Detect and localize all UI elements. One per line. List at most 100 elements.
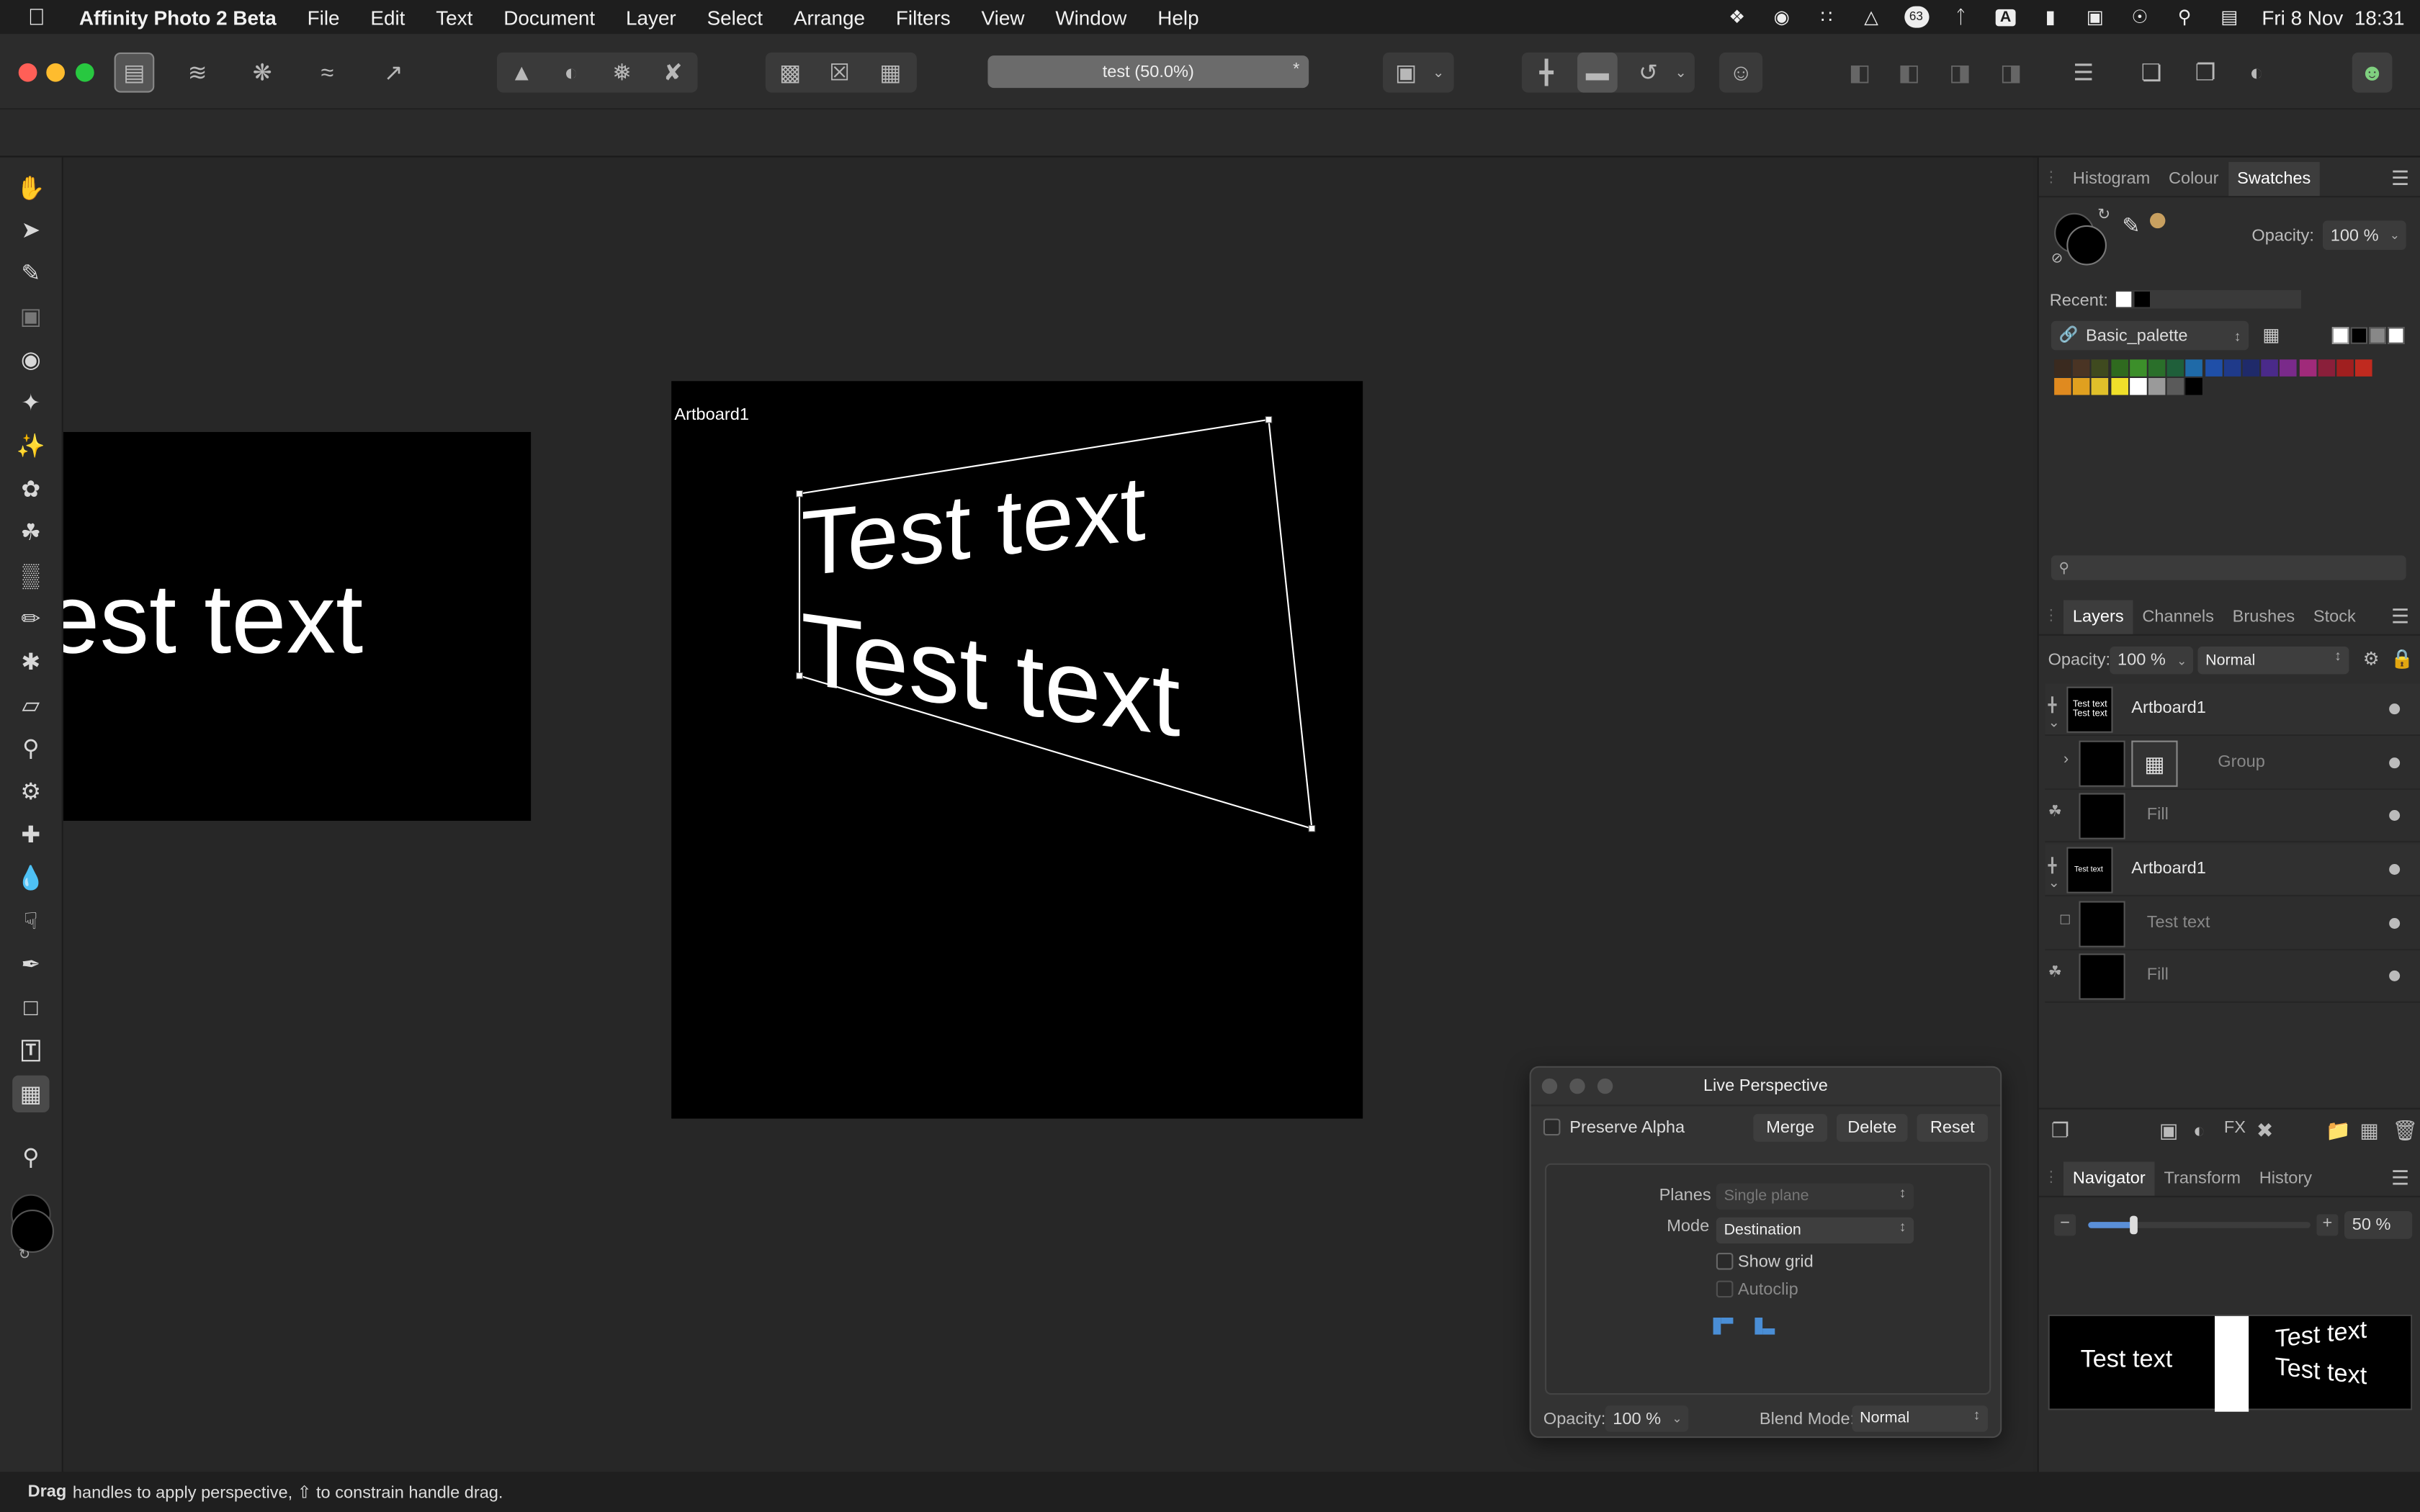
tab-brushes[interactable]: Brushes [2223, 600, 2304, 634]
palette-swatch[interactable] [2148, 359, 2166, 377]
layer-row[interactable]: ☘ Fill [2045, 950, 2420, 1003]
show-grid-checkbox[interactable] [1716, 1253, 1734, 1270]
tab-layers[interactable]: Layers [2063, 599, 2133, 634]
tab-stock[interactable]: Stock [2304, 600, 2365, 634]
add-swatch-icon[interactable]: ▦ [2262, 324, 2280, 346]
perspective-handle-top-right[interactable] [1265, 416, 1273, 423]
tab-channels[interactable]: Channels [2133, 600, 2223, 634]
menu-document[interactable]: Document [488, 6, 611, 29]
tab-transform[interactable]: Transform [2155, 1161, 2250, 1195]
layer-settings-icon[interactable]: ⚙ [2363, 648, 2380, 670]
menu-layer[interactable]: Layer [611, 6, 692, 29]
add-pixel-layer-icon[interactable]: ▦ [2360, 1119, 2378, 1143]
panel-menu-icon[interactable]: ☰ [2391, 1166, 2420, 1190]
palette-swatch[interactable] [2261, 359, 2279, 377]
add-group-icon[interactable]: 📁 [2326, 1119, 2351, 1143]
red-eye-tool-icon[interactable]: ◉ [12, 341, 49, 378]
palette-swatch[interactable] [2298, 359, 2316, 377]
blur-brush-tool-icon[interactable]: 💧 [12, 860, 49, 896]
palette-swatch[interactable] [2186, 359, 2203, 377]
fx-icon[interactable]: FX [2224, 1119, 2246, 1138]
screen-mirroring-icon[interactable]: ▣ [2083, 6, 2107, 28]
menu-window[interactable]: Window [1040, 6, 1142, 29]
dialog-opacity-field[interactable]: 100 % ⌄ [1605, 1405, 1689, 1432]
boolean-add-icon[interactable]: ❏ [2131, 53, 2172, 93]
layers-blend-mode-select[interactable]: Normal ↕ [2197, 646, 2349, 675]
delete-layer-icon[interactable]: 🗑 [2392, 1119, 2417, 1143]
grid-dots-icon[interactable]: ∷ [1814, 6, 1839, 28]
force-pixel-alignment-icon[interactable]: ▬ [1577, 52, 1618, 93]
develop-persona-icon[interactable]: ❋ [242, 53, 282, 93]
palette-swatch[interactable] [2280, 359, 2298, 377]
close-window-button[interactable] [18, 63, 37, 82]
snapping-icon[interactable]: ╋ [1526, 53, 1567, 93]
tab-colour[interactable]: Colour [2159, 161, 2228, 195]
palette-swatch[interactable] [2186, 378, 2203, 395]
palette-swatch[interactable] [2073, 378, 2090, 395]
pixel-tool-icon[interactable]: ✱ [12, 644, 49, 680]
menu-filters[interactable]: Filters [880, 6, 966, 29]
layer-visibility-dot[interactable] [2389, 918, 2401, 929]
preserve-alpha-checkbox[interactable] [1543, 1118, 1561, 1136]
palette-swatch[interactable] [2166, 359, 2184, 377]
perspective-handle-top-left[interactable] [796, 490, 803, 498]
palette-swatch[interactable] [2110, 359, 2128, 377]
arrange-forward-icon[interactable]: ◨ [1940, 53, 1981, 93]
layers-opacity-field[interactable]: 100 % ⌄ [2110, 646, 2193, 675]
account-icon[interactable]: ☻ [2352, 52, 2393, 93]
perspective-filter-icon[interactable]: ▦ [2131, 740, 2178, 787]
tab-swatches[interactable]: Swatches [2228, 161, 2321, 196]
quick-swatch[interactable] [2388, 327, 2405, 344]
navigator-preview[interactable]: Test text Test text Test text [2048, 1314, 2413, 1412]
document-tab[interactable]: test (50.0%) * [987, 55, 1309, 89]
menu-view[interactable]: View [966, 6, 1040, 29]
healing-brush-tool-icon[interactable]: ✚ [12, 816, 49, 853]
gradient-tool-icon[interactable]: ▒ [12, 557, 49, 594]
clone-tool-icon[interactable]: ⚙ [12, 773, 49, 810]
palette-swatch[interactable] [2166, 378, 2184, 395]
input-source-icon[interactable]: A [1994, 6, 2018, 28]
menu-select[interactable]: Select [691, 6, 778, 29]
notification-badge-icon[interactable]: 63 [1904, 6, 1929, 28]
reset-button[interactable]: Reset [1917, 1114, 1988, 1142]
palette-swatch[interactable] [2092, 359, 2109, 377]
control-center-icon[interactable]: ▤ [2217, 6, 2241, 28]
palette-swatch[interactable] [2148, 378, 2166, 395]
arrange-front-icon[interactable]: ◨ [1991, 53, 2031, 93]
bluetooth-icon[interactable]: ᛏ [1948, 6, 1973, 28]
menu-help[interactable]: Help [1142, 6, 1214, 29]
layer-row[interactable]: ╋ ⌄ Test text Artboard1 [2045, 844, 2420, 896]
menu-file[interactable]: File [292, 6, 355, 29]
arrange-back-icon[interactable]: ◧ [1839, 53, 1880, 93]
dodge-tool-icon[interactable]: ⚲ [12, 730, 49, 767]
colour-picker-tool-icon[interactable]: ✎ [12, 255, 49, 292]
palette-swatch[interactable] [2336, 359, 2354, 377]
plane-left-icon[interactable] [1713, 1315, 1735, 1336]
move-tool-icon[interactable]: ➤ [12, 212, 49, 248]
menu-text[interactable]: Text [421, 6, 488, 29]
layer-visibility-dot[interactable] [2389, 757, 2401, 769]
apple-icon[interactable]:  [0, 4, 63, 30]
smudge-tool-icon[interactable]: ☟ [12, 903, 49, 940]
palette-swatch[interactable] [2318, 359, 2335, 377]
tab-history[interactable]: History [2250, 1161, 2321, 1195]
panel-menu-icon[interactable]: ☰ [2391, 166, 2420, 190]
boolean-subtract-icon[interactable]: ❐ [2185, 53, 2226, 93]
none-swatch[interactable] [2331, 327, 2349, 344]
layer-row[interactable]: □ Test text [2045, 898, 2420, 950]
palette-swatch[interactable] [2092, 378, 2109, 395]
palette-swatch[interactable] [2355, 359, 2372, 377]
zoom-in-button[interactable]: + [2316, 1214, 2339, 1236]
flood-fill-tool-icon[interactable]: ☘ [12, 514, 49, 551]
mode-select[interactable]: Destination ↕ [1716, 1217, 1914, 1244]
text-tool-icon[interactable]: T [12, 1032, 49, 1069]
menu-app-name[interactable]: Affinity Photo 2 Beta [63, 6, 292, 29]
lock-icon[interactable]: 🔒 [2390, 648, 2414, 670]
perspective-handle-bottom-left[interactable] [796, 672, 803, 680]
magic-wand-tool-icon[interactable]: ✨ [12, 428, 49, 464]
primary-colour-swatch[interactable] [11, 1210, 54, 1253]
swatch-primary-colour[interactable] [2066, 225, 2107, 266]
merge-button[interactable]: Merge [1753, 1114, 1828, 1142]
auto-colours-icon[interactable]: ❅ [602, 53, 642, 93]
tone-mapping-persona-icon[interactable]: ≈ [307, 53, 347, 93]
